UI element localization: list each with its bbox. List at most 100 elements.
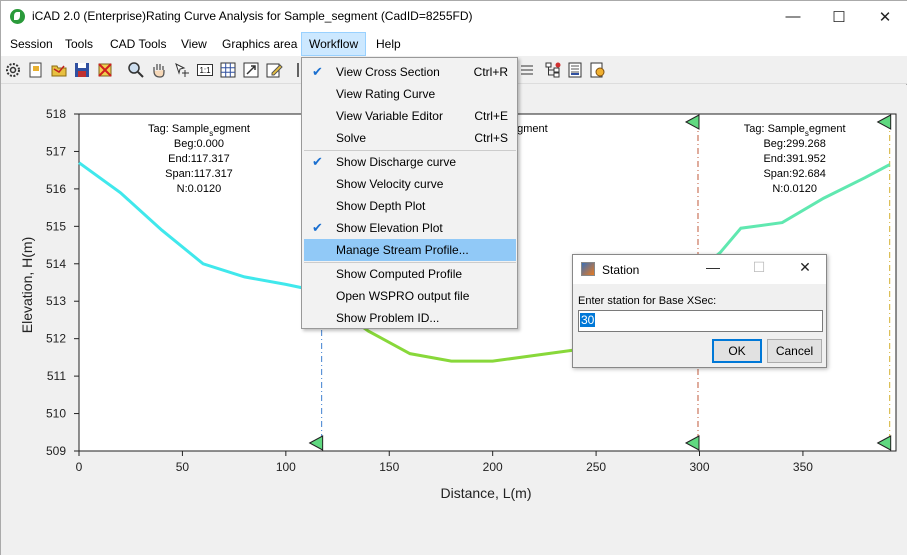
dialog-maximize-button: ☐ [752,259,766,275]
menuitem-label: Open WSPRO output file [336,289,470,303]
segment-annotation-text: Beg:299.268 [763,138,825,150]
check-icon: ✔ [312,154,323,169]
segment-annotation-text: Span:117.317 [165,168,233,180]
menu-cad-tools[interactable]: CAD Tools [103,32,173,56]
check-icon: ✔ [312,64,323,79]
minimize-button[interactable]: — [770,1,816,32]
title-bar: iCAD 2.0 (Enterprise)Rating Curve Analys… [1,1,907,32]
delete-icon[interactable] [96,61,114,79]
y-tick-label: 510 [46,407,66,421]
edit-icon[interactable] [265,61,283,79]
segment-annotation-text: Beg:0.000 [174,138,224,150]
y-tick-label: 518 [46,107,66,121]
open-folder-icon[interactable] [50,61,68,79]
menuitem-label: Solve [336,131,367,145]
grid-icon[interactable] [219,61,237,79]
data-cursor-icon[interactable] [173,61,191,79]
menuitem-label: Show Velocity curve [336,177,444,191]
menu-tools[interactable]: Tools [58,32,100,56]
menuitem-shortcut: Ctrl+R [473,65,508,79]
maximize-button[interactable]: ☐ [816,1,862,32]
check-icon: ✔ [312,220,323,235]
menuitem-label: View Variable Editor [336,109,443,123]
x-tick-label: 100 [276,460,296,474]
menuitem-view-cross-section[interactable]: ✔ View Cross Section Ctrl+R [304,61,516,83]
app-window: iCAD 2.0 (Enterprise)Rating Curve Analys… [0,0,907,555]
y-tick-label: 517 [46,144,66,158]
x-tick-label: 150 [379,460,399,474]
menuitem-label: Show Problem ID... [336,311,440,325]
menuitem-show-discharge-curve[interactable]: ✔ Show Discharge curve [304,151,516,173]
settings-icon[interactable] [4,61,22,79]
cancel-button[interactable]: Cancel [767,339,822,363]
menu-workflow[interactable]: Workflow [301,32,367,56]
station-prompt: Enter station for Base XSec: [578,295,717,307]
segment-annotation-text: Span:92.684 [763,168,825,180]
menuitem-label: Show Elevation Plot [336,221,443,235]
menu-session[interactable]: Session [3,32,60,56]
menuitem-shortcut: Ctrl+E [474,109,508,123]
flow-icon[interactable] [518,61,536,79]
segment-annotation-text: N:0.0120 [177,183,222,195]
y-tick-label: 512 [46,332,66,346]
matlab-logo-icon [581,262,595,276]
x-tick-label: 200 [483,460,503,474]
x-tick-label: 0 [76,460,83,474]
scale-1to1-label: 1:1 [199,66,211,75]
menuitem-manage-stream-profile[interactable]: Manage Stream Profile... [304,239,516,261]
menuitem-label: View Rating Curve [336,87,436,101]
menuitem-label: View Cross Section [336,65,440,79]
station-input[interactable]: 30 [578,310,823,332]
menuitem-label: Show Discharge curve [336,155,457,169]
menuitem-show-elevation-plot[interactable]: ✔ Show Elevation Plot [304,217,516,239]
menuitem-label: Manage Stream Profile... [336,243,469,257]
menu-bar: Session Tools CAD Tools View Graphics ar… [1,32,907,56]
ok-button[interactable]: OK [712,339,762,363]
y-axis-label: Elevation, H(m) [19,237,35,333]
menuitem-show-computed-profile[interactable]: Show Computed Profile [304,263,516,285]
station-input-value: 30 [580,313,596,327]
fit-view-icon[interactable] [242,61,260,79]
y-tick-label: 511 [47,369,66,383]
segment-annotation-text: N:0.0120 [772,183,817,195]
tree-icon[interactable] [544,61,562,79]
menuitem-show-velocity-curve[interactable]: Show Velocity curve [304,173,516,195]
dialog-minimize-button[interactable]: — [703,259,723,279]
menuitem-label: Show Computed Profile [336,267,463,281]
menu-help[interactable]: Help [369,32,408,56]
menuitem-label: Show Depth Plot [336,199,426,213]
app-logo-icon [10,9,25,24]
x-tick-label: 250 [586,460,606,474]
menuitem-view-variable-editor[interactable]: View Variable Editor Ctrl+E [304,105,516,127]
report-icon[interactable] [566,61,584,79]
window-title: iCAD 2.0 (Enterprise)Rating Curve Analys… [32,9,473,23]
review-icon[interactable] [588,61,606,79]
y-tick-label: 515 [46,219,66,233]
menuitem-solve[interactable]: Solve Ctrl+S [304,127,516,149]
y-tick-label: 509 [46,444,66,458]
menuitem-show-problem-id[interactable]: Show Problem ID... [304,307,516,329]
station-dialog: Station — ☐ ✕ Enter station for Base XSe… [572,254,827,368]
workflow-dropdown-menu: ✔ View Cross Section Ctrl+R View Rating Cu… [301,57,518,329]
menuitem-open-wspro-output[interactable]: Open WSPRO output file [304,285,516,307]
segment-annotation-text: End:117.317 [168,153,230,165]
pan-hand-icon[interactable] [150,61,168,79]
x-axis-label: Distance, L(m) [440,485,531,501]
menu-graphics-area[interactable]: Graphics area [215,32,304,56]
close-button[interactable]: ✕ [862,1,907,32]
menuitem-shortcut: Ctrl+S [474,131,508,145]
y-tick-label: 513 [46,294,66,308]
x-tick-label: 300 [689,460,709,474]
scale-1to1-icon[interactable]: 1:1 [196,61,214,79]
zoom-icon[interactable] [127,61,145,79]
new-file-icon[interactable] [27,61,45,79]
menu-view[interactable]: View [174,32,214,56]
menuitem-show-depth-plot[interactable]: Show Depth Plot [304,195,516,217]
menuitem-view-rating-curve[interactable]: View Rating Curve [304,83,516,105]
dialog-title: Station [602,263,640,277]
save-icon[interactable] [73,61,91,79]
x-tick-label: 50 [176,460,190,474]
y-tick-label: 516 [46,182,66,196]
dialog-close-button[interactable]: ✕ [795,259,815,279]
x-tick-label: 350 [793,460,813,474]
